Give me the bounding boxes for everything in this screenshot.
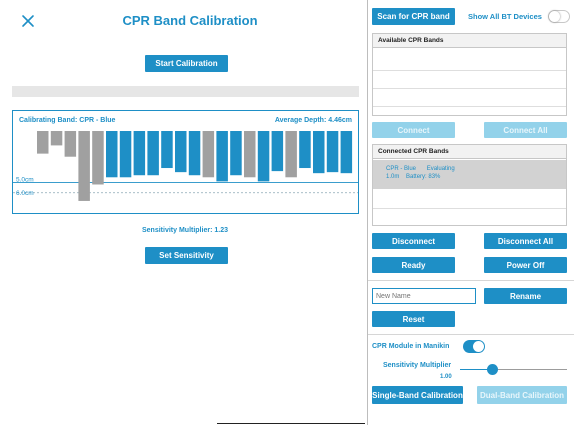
compression-bar bbox=[244, 131, 256, 178]
calibration-chart-panel: Calibrating Band: CPR - Blue Average Dep… bbox=[12, 110, 359, 214]
compression-bar bbox=[340, 131, 353, 174]
connect-all-button[interactable]: Connect All bbox=[484, 122, 567, 138]
compression-bar bbox=[202, 131, 215, 178]
sensitivity-slider[interactable] bbox=[460, 363, 567, 377]
compression-bar bbox=[106, 131, 118, 178]
dual-band-calibration-button[interactable]: Dual-Band Calibration bbox=[477, 386, 567, 404]
compression-bar bbox=[161, 131, 173, 169]
scan-button[interactable]: Scan for CPR band bbox=[372, 8, 455, 25]
disconnect-button[interactable]: Disconnect bbox=[372, 233, 455, 249]
compression-bar bbox=[175, 131, 187, 173]
divider-1 bbox=[368, 280, 574, 281]
toggle-knob bbox=[549, 11, 560, 22]
close-icon[interactable] bbox=[21, 14, 35, 28]
page-title: CPR Band Calibration bbox=[122, 13, 258, 28]
new-name-input[interactable] bbox=[372, 288, 476, 304]
show-all-bt-toggle[interactable] bbox=[548, 10, 570, 23]
reset-button[interactable]: Reset bbox=[372, 311, 455, 327]
compression-bar bbox=[313, 131, 325, 174]
pane-divider bbox=[367, 0, 368, 425]
compression-bar bbox=[326, 131, 339, 173]
compression-bar bbox=[133, 131, 146, 176]
sensitivity-caption: Sensitivity Multiplier: bbox=[142, 227, 213, 234]
available-bands-list: Available CPR Bands bbox=[372, 33, 567, 116]
rename-button[interactable]: Rename bbox=[484, 288, 567, 304]
slider-thumb[interactable] bbox=[486, 364, 498, 375]
reference-label-5: 5.0cm bbox=[16, 176, 34, 183]
compression-bars-chart: 5.0cm 6.0cm bbox=[13, 131, 358, 201]
ready-button[interactable]: Ready bbox=[372, 257, 455, 273]
band-status: Evaluating bbox=[426, 166, 455, 172]
disconnect-all-button[interactable]: Disconnect All bbox=[484, 233, 567, 249]
manikin-label: CPR Module in Manikin bbox=[372, 343, 450, 350]
sensitivity-value: 1.23 bbox=[214, 227, 228, 234]
compression-bar bbox=[230, 131, 242, 176]
compression-bar bbox=[271, 131, 284, 172]
compression-bar bbox=[50, 131, 63, 146]
band-name: CPR - Blue bbox=[386, 166, 417, 172]
compression-bar bbox=[119, 131, 132, 178]
slider-label: Sensitivity Multiplier bbox=[383, 362, 452, 369]
available-bands-header: Available CPR Bands bbox=[373, 34, 566, 48]
battery-label: Battery: bbox=[406, 174, 427, 180]
compression-bar bbox=[92, 131, 104, 185]
toggle-knob bbox=[473, 341, 484, 352]
set-sensitivity-button[interactable]: Set Sensitivity bbox=[145, 247, 228, 264]
compression-bar bbox=[216, 131, 228, 182]
connected-bands-list: Connected CPR Bands CPR - Blue Evaluatin… bbox=[372, 144, 567, 226]
compression-bar bbox=[64, 131, 77, 157]
battery-value: 83% bbox=[428, 174, 441, 180]
manikin-toggle[interactable] bbox=[463, 340, 485, 353]
compression-bar bbox=[188, 131, 201, 176]
slider-value: 1.00 bbox=[440, 374, 452, 380]
progress-bar bbox=[12, 86, 359, 97]
show-all-bt-label: Show All BT Devices bbox=[468, 12, 542, 21]
connect-button[interactable]: Connect bbox=[372, 122, 455, 138]
compression-bar bbox=[147, 131, 159, 176]
reference-label-6: 6.0cm bbox=[16, 190, 34, 197]
power-off-button[interactable]: Power Off bbox=[484, 257, 567, 273]
single-band-calibration-button[interactable]: Single-Band Calibration bbox=[372, 386, 463, 404]
start-calibration-button[interactable]: Start Calibration bbox=[145, 55, 228, 72]
divider-2 bbox=[368, 334, 574, 335]
band-version: 1.0m bbox=[386, 174, 400, 180]
connected-band-item[interactable]: CPR - Blue Evaluating 1.0m Battery: 83% bbox=[373, 160, 566, 189]
compression-bar bbox=[37, 131, 49, 154]
compression-bar bbox=[299, 131, 311, 169]
compression-bar bbox=[285, 131, 297, 178]
bottom-divider bbox=[217, 423, 365, 424]
connected-bands-header: Connected CPR Bands bbox=[373, 145, 566, 159]
sensitivity-multiplier-label: Sensitivity Multiplier: 1.23 bbox=[95, 227, 275, 234]
compression-bar bbox=[78, 131, 90, 201]
compression-bar bbox=[257, 131, 270, 182]
